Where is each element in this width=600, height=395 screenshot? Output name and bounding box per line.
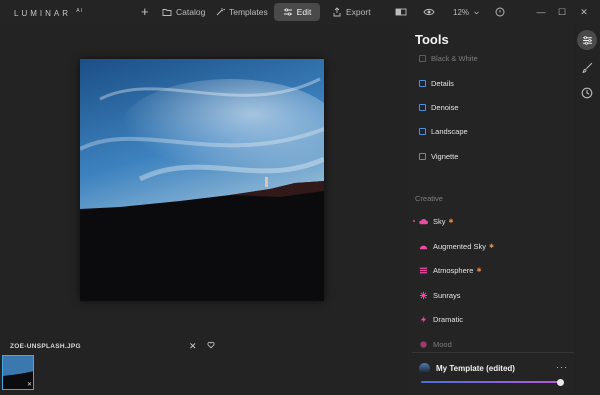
tool-label: Details <box>431 78 454 88</box>
top-toolbar: LUMINAR AI + Catalog Templates Edit Expo… <box>0 0 600 24</box>
tool-details[interactable]: Details <box>419 76 454 90</box>
template-more-button[interactable]: ··· <box>556 362 568 372</box>
edit-tab[interactable]: Edit <box>274 3 320 21</box>
history-clock-icon <box>581 87 593 99</box>
creative-section-label: Creative <box>415 194 443 203</box>
sliders-icon <box>582 35 592 45</box>
zoom-dropdown[interactable]: 12% <box>447 4 486 20</box>
image-filename: ZOE-UNSPLASH.JPG <box>10 343 81 350</box>
tool-atmosphere[interactable]: Atmosphere ✱ <box>419 263 481 277</box>
tool-dramatic[interactable]: Dramatic <box>419 312 463 326</box>
add-photos-button[interactable]: + <box>138 3 152 19</box>
dramatic-icon <box>420 315 427 323</box>
right-rail <box>574 24 600 395</box>
tool-label: Dramatic <box>433 314 464 324</box>
chevron-down-icon <box>474 11 479 14</box>
export-icon <box>333 7 341 17</box>
heart-icon[interactable] <box>207 341 215 349</box>
tool-sky[interactable]: Sky ✱ <box>419 214 454 228</box>
template-name: My Template (edited) <box>436 364 515 373</box>
details-icon <box>419 79 426 87</box>
zoom-value: 12% <box>453 7 470 17</box>
reject-button[interactable]: ✕ <box>189 341 197 352</box>
tool-sunrays[interactable]: Sunrays <box>419 288 461 302</box>
tool-label: Mood <box>433 339 452 349</box>
sunrays-icon <box>419 291 428 299</box>
tool-vignette[interactable]: Vignette <box>419 149 458 163</box>
mood-icon <box>420 340 427 348</box>
close-window-button[interactable]: ✕ <box>578 5 590 19</box>
compare-icon <box>395 8 407 16</box>
minimize-button[interactable]: — <box>535 5 547 19</box>
ai-badge-icon: ✱ <box>476 267 482 274</box>
brush-icon <box>581 62 592 73</box>
thumbnail-badge-icon: ✕ <box>26 382 32 388</box>
export-label: Export <box>346 7 371 17</box>
help-icon <box>495 7 505 17</box>
tools-rail-button[interactable] <box>577 30 597 50</box>
vignette-icon <box>419 152 426 160</box>
photo-canvas[interactable] <box>80 59 324 301</box>
tool-black-white[interactable]: Black & White <box>419 51 478 65</box>
tool-mood[interactable]: Mood <box>419 337 452 351</box>
augmented-sky-icon <box>419 245 428 249</box>
templates-tab[interactable]: Templates <box>209 4 274 20</box>
template-thumbnail <box>419 363 430 374</box>
export-tab[interactable]: Export <box>326 4 377 20</box>
help-button[interactable] <box>489 4 511 20</box>
magic-wand-icon <box>216 8 225 16</box>
tool-augmented-sky[interactable]: Augmented Sky ✱ <box>419 239 494 253</box>
black-white-icon <box>419 54 426 62</box>
sky-icon <box>419 218 428 224</box>
templates-label: Templates <box>229 7 268 17</box>
denoise-icon <box>419 103 426 111</box>
tool-label: Sunrays <box>433 290 461 300</box>
template-amount-slider[interactable] <box>421 381 561 383</box>
landscape-icon <box>419 127 426 135</box>
landscape-photo <box>80 59 324 301</box>
filmstrip-thumbnail[interactable]: ✕ <box>2 355 34 390</box>
active-tool-indicator <box>413 220 415 222</box>
catalog-label: Catalog <box>176 7 206 17</box>
catalog-tab[interactable]: Catalog <box>156 4 211 20</box>
atmosphere-icon <box>419 267 428 273</box>
sliders-icon <box>283 8 292 16</box>
tool-label: Black & White <box>431 53 478 63</box>
tool-label: Sky <box>433 216 446 226</box>
ai-badge-icon: ✱ <box>448 218 454 225</box>
tool-denoise[interactable]: Denoise <box>419 100 459 114</box>
maximize-button[interactable]: ☐ <box>556 5 568 19</box>
template-divider <box>412 352 574 353</box>
tools-title: Tools <box>415 32 449 47</box>
tool-label: Augmented Sky <box>433 241 486 251</box>
tool-label: Denoise <box>431 102 459 112</box>
template-amount-handle[interactable] <box>557 379 564 386</box>
tool-landscape[interactable]: Landscape <box>419 124 468 138</box>
app-logo: LUMINAR AI <box>14 8 83 18</box>
eye-icon <box>423 8 435 16</box>
tool-label: Landscape <box>431 126 468 136</box>
tool-label: Atmosphere <box>433 265 474 275</box>
history-rail-button[interactable] <box>577 83 597 103</box>
ai-badge-icon: ✱ <box>488 243 494 250</box>
preview-button[interactable] <box>417 4 441 20</box>
tool-label: Vignette <box>431 151 459 161</box>
compare-button[interactable] <box>389 4 413 20</box>
folder-icon <box>162 9 172 16</box>
edit-label: Edit <box>296 7 312 17</box>
brush-rail-button[interactable] <box>577 57 597 77</box>
